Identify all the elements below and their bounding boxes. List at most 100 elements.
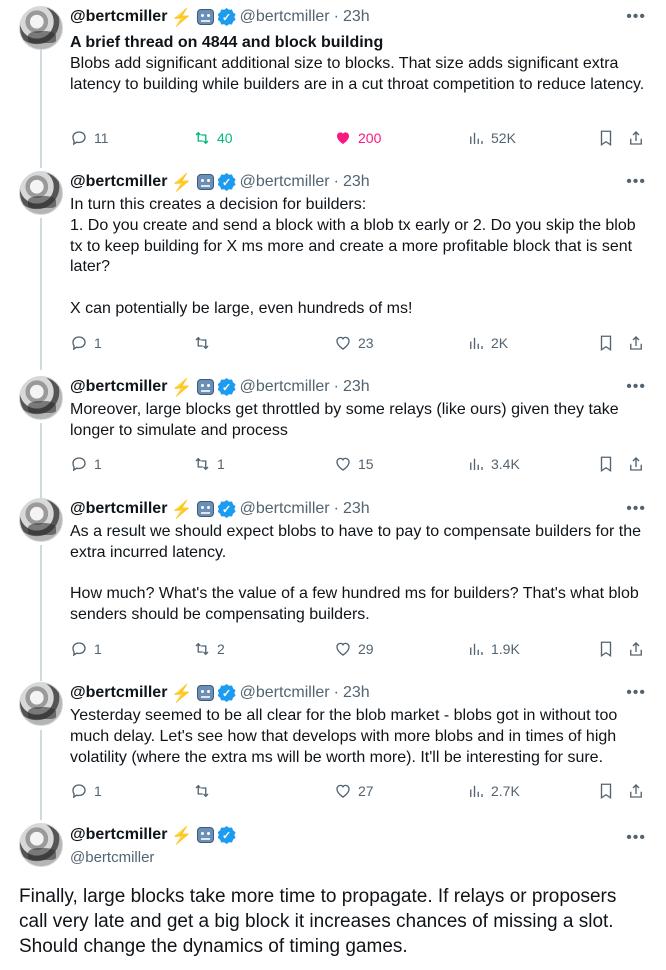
display-name[interactable]: @bertcmiller [70, 684, 167, 702]
robot-icon [196, 379, 214, 395]
tweet-2[interactable]: @bertcmiller ⚡ ✓ @bertcmiller · 23h ••• … [0, 171, 666, 361]
handle[interactable]: @bertcmiller [240, 8, 330, 26]
lightning-icon: ⚡ [171, 499, 193, 519]
retweet-icon [195, 336, 209, 350]
tweet-header: @bertcmiller ⚡ ✓ @bertcmiller · 23h [70, 682, 370, 704]
like-count: 23 [358, 335, 374, 351]
display-name[interactable]: @bertcmiller [70, 173, 167, 191]
reply-button[interactable]: 11 [70, 129, 109, 147]
share-button[interactable] [627, 640, 645, 658]
timestamp[interactable]: 23h [343, 8, 370, 26]
bookmark-button[interactable] [597, 640, 615, 658]
handle[interactable]: @bertcmiller [240, 500, 330, 518]
retweet-button[interactable]: 40 [193, 129, 233, 147]
retweet-count: 2 [217, 641, 225, 657]
separator-dot: · [333, 173, 339, 190]
handle[interactable]: @bertcmiller [240, 173, 330, 191]
avatar[interactable] [19, 823, 63, 867]
views-button[interactable]: 2K [467, 334, 508, 352]
paragraph [70, 278, 650, 299]
more-icon[interactable]: ••• [626, 378, 646, 396]
retweet-button[interactable]: 2 [193, 640, 225, 658]
display-name[interactable]: @bertcmiller [70, 378, 167, 396]
reply-button[interactable]: 1 [70, 455, 102, 473]
display-name[interactable]: @bertcmiller [70, 8, 167, 26]
display-name[interactable]: @bertcmiller [70, 500, 167, 518]
more-icon[interactable]: ••• [626, 173, 646, 191]
bookmark-button[interactable] [597, 334, 615, 352]
timestamp[interactable]: 23h [343, 684, 370, 702]
timestamp[interactable]: 23h [343, 500, 370, 518]
bookmark-button[interactable] [597, 129, 615, 147]
views-icon [470, 643, 483, 655]
reply-count: 1 [94, 641, 102, 657]
action-bar: 1 27 2.7K [70, 782, 650, 804]
more-icon[interactable]: ••• [626, 684, 646, 702]
timestamp[interactable]: 23h [343, 173, 370, 191]
reply-button[interactable]: 1 [70, 334, 102, 352]
retweet-button[interactable] [193, 782, 217, 800]
tweet-header: @bertcmiller ⚡ ✓ @bertcmiller · 23h [70, 376, 370, 398]
action-bar: 1 2 29 1.9K [70, 640, 650, 662]
verified-badge-icon: ✓ [217, 826, 236, 844]
share-button[interactable] [627, 455, 645, 473]
reply-button[interactable]: 1 [70, 640, 102, 658]
bookmark-button[interactable] [597, 782, 615, 800]
more-icon[interactable]: ••• [626, 500, 646, 518]
more-icon[interactable]: ••• [626, 8, 646, 26]
like-button[interactable]: 200 [334, 129, 381, 147]
tweet-4[interactable]: @bertcmiller ⚡ ✓ @bertcmiller · 23h ••• … [0, 498, 666, 663]
robot-icon [196, 9, 214, 25]
bookmark-button[interactable] [597, 455, 615, 473]
paragraph: Yesterday seemed to be all clear for the… [70, 707, 618, 766]
share-button[interactable] [627, 129, 645, 147]
views-button[interactable]: 52K [467, 129, 516, 147]
paragraph: X can potentially be large, even hundred… [70, 299, 413, 317]
like-button[interactable]: 23 [334, 334, 374, 352]
handle[interactable]: @bertcmiller [240, 378, 330, 396]
reply-button[interactable]: 1 [70, 782, 102, 800]
avatar[interactable] [19, 171, 63, 215]
tweet-header: @bertcmiller ⚡ ✓ @bertcmiller · 23h [70, 6, 370, 28]
more-icon[interactable]: ••• [626, 829, 646, 847]
share-icon [630, 457, 642, 471]
action-bar: 11 40 200 52K [70, 129, 650, 151]
tweet-5[interactable]: @bertcmiller ⚡ ✓ @bertcmiller · 23h ••• … [0, 682, 666, 807]
bookmark-icon [600, 456, 612, 473]
like-button[interactable]: 29 [334, 640, 374, 658]
like-button[interactable]: 15 [334, 455, 374, 473]
share-icon [630, 784, 642, 798]
retweet-button[interactable]: 1 [193, 455, 225, 473]
tweet-header: @bertcmiller ⚡ ✓ @bertcmiller · 23h [70, 498, 370, 520]
paragraph: As a result we should expect blobs to ha… [70, 523, 641, 561]
views-button[interactable]: 3.4K [467, 455, 520, 473]
share-icon [630, 642, 642, 656]
bookmark-icon [600, 783, 612, 800]
share-button[interactable] [627, 782, 645, 800]
view-count: 2.7K [491, 783, 520, 799]
verified-badge-icon: ✓ [217, 500, 236, 518]
lightning-icon: ⚡ [171, 683, 193, 703]
tweet-3[interactable]: @bertcmiller ⚡ ✓ @bertcmiller · 23h ••• … [0, 376, 666, 476]
avatar[interactable] [19, 682, 63, 726]
retweet-button[interactable] [193, 334, 217, 352]
paragraph [70, 564, 650, 585]
display-name[interactable]: @bertcmiller [70, 826, 167, 844]
separator-dot: · [333, 684, 339, 701]
avatar[interactable] [19, 498, 63, 542]
paragraph: Moreover, large blocks get throttled by … [70, 401, 619, 439]
avatar[interactable] [19, 6, 63, 50]
avatar[interactable] [19, 376, 63, 420]
views-button[interactable]: 1.9K [467, 640, 520, 658]
views-button[interactable]: 2.7K [467, 782, 520, 800]
timestamp[interactable]: 23h [343, 378, 370, 396]
view-count: 3.4K [491, 456, 520, 472]
view-count: 52K [491, 130, 516, 146]
robot-icon [196, 685, 214, 701]
handle[interactable]: @bertcmiller [240, 684, 330, 702]
handle[interactable]: @bertcmiller [70, 849, 154, 866]
view-count: 1.9K [491, 641, 520, 657]
tweet-1[interactable]: @bertcmiller ⚡ ✓ @bertcmiller · 23h ••• … [0, 6, 666, 160]
share-button[interactable] [627, 334, 645, 352]
like-button[interactable]: 27 [334, 782, 374, 800]
